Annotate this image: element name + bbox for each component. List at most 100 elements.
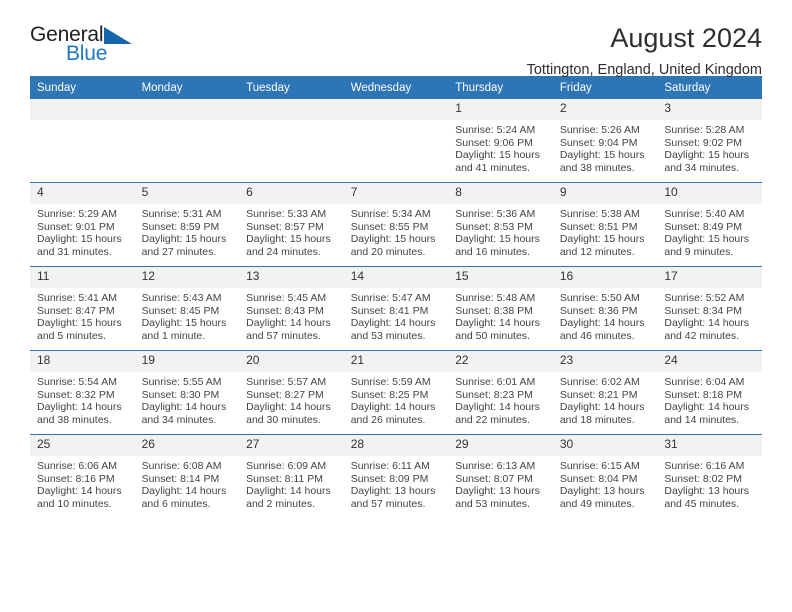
day-sun-info: Sunrise: 6:11 AM Sunset: 8:09 PM Daylight:… [344,456,449,510]
sunrise-time: Sunrise: 6:09 AM [246,460,327,472]
day-sun-info: Sunrise: 5:40 AM Sunset: 8:49 PM Daylight:… [657,204,762,258]
calendar-header-row: Sunday Monday Tuesday Wednesday Thursday… [30,76,762,99]
calendar-day-cell[interactable]: 23 Sunrise: 6:02 AM Sunset: 8:21 PM Dayligh… [552,350,658,435]
calendar-day-cell[interactable]: 9 Sunrise: 5:38 AM Sunset: 8:51 PM Daylight… [552,182,658,267]
day-sun-info: Sunrise: 5:45 AM Sunset: 8:43 PM Daylight:… [239,288,344,342]
daylight-duration-line2: and 12 minutes. [559,245,635,258]
daylight-duration-line2: and 26 minutes. [350,413,426,426]
calendar-day-cell[interactable]: 16 Sunrise: 5:50 AM Sunset: 8:36 PM Dayligh… [552,266,658,351]
daylight-duration-line2: and 1 minute. [141,329,206,342]
day-box: 21 Sunrise: 5:59 AM Sunset: 8:25 PM Dayligh… [343,351,449,434]
day-number: 23 [552,351,658,372]
day-box: 14 Sunrise: 5:47 AM Sunset: 8:41 PM Dayligh… [343,267,449,350]
sunset-time: Sunset: 8:11 PM [246,472,323,485]
sunrise-time: Sunrise: 5:54 AM [37,376,117,388]
calendar-day-cell[interactable]: 10 Sunrise: 5:40 AM Sunset: 8:49 PM Dayligh… [657,182,762,267]
day-box: 18 Sunrise: 5:54 AM Sunset: 8:32 PM Dayligh… [30,351,135,434]
calendar-day-cell[interactable]: 11 Sunrise: 5:41 AM Sunset: 8:47 PM Dayligh… [30,266,135,351]
day-box: 24 Sunrise: 6:04 AM Sunset: 8:18 PM Dayligh… [657,351,762,434]
calendar-day-cell[interactable]: 13 Sunrise: 5:45 AM Sunset: 8:43 PM Dayligh… [239,266,344,351]
calendar-day-cell[interactable]: 25 Sunrise: 6:06 AM Sunset: 8:16 PM Dayligh… [30,434,135,518]
calendar-week-row: 1 Sunrise: 5:24 AM Sunset: 9:06 PM Daylight… [30,99,762,183]
day-sun-info: Sunrise: 5:55 AM Sunset: 8:30 PM Daylight:… [135,372,240,426]
calendar-day-cell[interactable]: 19 Sunrise: 5:55 AM Sunset: 8:30 PM Dayligh… [134,350,240,435]
calendar-day-cell[interactable]: 6 Sunrise: 5:33 AM Sunset: 8:57 PM Daylight… [239,182,344,267]
daylight-duration-line2: and 30 minutes. [246,413,321,426]
sunrise-time: Sunrise: 5:26 AM [559,124,640,136]
calendar-day-cell[interactable]: 31 Sunrise: 6:16 AM Sunset: 8:02 PM Dayligh… [657,434,762,518]
sunset-time: Sunset: 8:09 PM [350,472,429,485]
daylight-duration-line1: Daylight: 15 hours [455,149,540,162]
calendar-day-cell[interactable]: 20 Sunrise: 5:57 AM Sunset: 8:27 PM Dayligh… [239,350,344,435]
calendar-day-cell[interactable]: 29 Sunrise: 6:13 AM Sunset: 8:07 PM Dayligh… [448,434,553,518]
day-sun-info: Sunrise: 6:08 AM Sunset: 8:14 PM Daylight:… [135,456,240,510]
calendar-week-row: 25 Sunrise: 6:06 AM Sunset: 8:16 PM Dayligh… [30,434,762,518]
day-number: 29 [448,435,553,456]
calendar-week-row: 18 Sunrise: 5:54 AM Sunset: 8:32 PM Dayligh… [30,350,762,435]
calendar-day-cell[interactable]: 30 Sunrise: 6:15 AM Sunset: 8:04 PM Dayligh… [552,434,658,518]
day-box: 16 Sunrise: 5:50 AM Sunset: 8:36 PM Dayligh… [552,267,658,350]
sunrise-time: Sunrise: 5:41 AM [37,292,117,304]
day-box: 8 Sunrise: 5:36 AM Sunset: 8:53 PM Daylight… [448,183,553,266]
daylight-duration-line1: Daylight: 14 hours [350,317,436,330]
sunrise-time: Sunrise: 5:55 AM [141,376,222,388]
sunrise-time: Sunrise: 5:52 AM [664,292,745,304]
day-sun-info: Sunrise: 6:06 AM Sunset: 8:16 PM Daylight:… [30,456,135,510]
day-sun-info: Sunrise: 6:15 AM Sunset: 8:04 PM Daylight:… [553,456,658,510]
sunset-time: Sunset: 9:02 PM [664,136,743,149]
calendar-day-cell[interactable]: 14 Sunrise: 5:47 AM Sunset: 8:41 PM Dayligh… [343,266,449,351]
daylight-duration-line2: and 22 minutes. [455,413,530,426]
calendar-day-cell[interactable]: 26 Sunrise: 6:08 AM Sunset: 8:14 PM Dayligh… [134,434,240,518]
day-number: 12 [134,267,240,288]
daylight-duration-line1: Daylight: 13 hours [664,485,750,498]
calendar-day-cell[interactable]: 7 Sunrise: 5:34 AM Sunset: 8:55 PM Daylight… [343,182,449,267]
sunset-time: Sunset: 8:25 PM [350,388,429,401]
daylight-duration-line1: Daylight: 14 hours [455,317,540,330]
sunset-time: Sunset: 8:23 PM [455,388,533,401]
day-sun-info: Sunrise: 5:28 AM Sunset: 9:02 PM Daylight:… [657,120,762,174]
day-number: 1 [448,99,553,120]
sunset-time: Sunset: 8:41 PM [350,304,429,317]
sunset-time: Sunset: 8:04 PM [559,472,638,485]
sunset-time: Sunset: 8:36 PM [559,304,638,317]
calendar-day-cell[interactable]: 1 Sunrise: 5:24 AM Sunset: 9:06 PM Daylight… [448,99,553,183]
day-number [30,99,135,120]
day-box: 26 Sunrise: 6:08 AM Sunset: 8:14 PM Dayligh… [134,435,240,518]
daylight-duration-line2: and 49 minutes. [559,497,635,510]
calendar-day-cell[interactable]: 12 Sunrise: 5:43 AM Sunset: 8:45 PM Dayligh… [134,266,240,351]
day-box: 2 Sunrise: 5:26 AM Sunset: 9:04 PM Daylight… [552,99,658,182]
daylight-duration-line1: Daylight: 13 hours [559,485,645,498]
calendar-week-row: 11 Sunrise: 5:41 AM Sunset: 8:47 PM Dayligh… [30,266,762,351]
sunset-time: Sunset: 8:14 PM [141,472,220,485]
day-number: 9 [552,183,658,204]
sunset-time: Sunset: 8:51 PM [559,220,638,233]
calendar-day-cell[interactable]: 17 Sunrise: 5:52 AM Sunset: 8:34 PM Dayligh… [657,266,762,351]
day-sun-info: Sunrise: 6:16 AM Sunset: 8:02 PM Daylight:… [657,456,762,510]
calendar-day-cell[interactable]: 5 Sunrise: 5:31 AM Sunset: 8:59 PM Daylight… [134,182,240,267]
sunrise-time: Sunrise: 6:13 AM [455,460,536,472]
daylight-duration-line2: and 24 minutes. [246,245,321,258]
daylight-duration-line2: and 57 minutes. [246,329,321,342]
calendar-day-cell[interactable]: 27 Sunrise: 6:09 AM Sunset: 8:11 PM Dayligh… [239,434,344,518]
daylight-duration-line2: and 53 minutes. [350,329,426,342]
weekday-header-tuesday: Tuesday [239,76,344,99]
calendar-day-cell[interactable]: 24 Sunrise: 6:04 AM Sunset: 8:18 PM Dayligh… [657,350,762,435]
calendar-day-cell[interactable]: 4 Sunrise: 5:29 AM Sunset: 9:01 PM Daylight… [30,182,135,267]
calendar-day-cell[interactable]: 18 Sunrise: 5:54 AM Sunset: 8:32 PM Dayligh… [30,350,135,435]
calendar-day-cell[interactable]: 8 Sunrise: 5:36 AM Sunset: 8:53 PM Daylight… [448,182,553,267]
calendar-page: General Blue August 2024 Tottington, Eng… [0,0,792,612]
day-box: 13 Sunrise: 5:45 AM Sunset: 8:43 PM Dayligh… [239,267,344,350]
sunset-time: Sunset: 8:55 PM [350,220,429,233]
sunrise-time: Sunrise: 5:36 AM [455,208,536,220]
calendar-day-cell[interactable]: 21 Sunrise: 5:59 AM Sunset: 8:25 PM Dayligh… [343,350,449,435]
calendar-day-cell[interactable]: 22 Sunrise: 6:01 AM Sunset: 8:23 PM Dayligh… [448,350,553,435]
sunset-time: Sunset: 8:57 PM [246,220,324,233]
general-blue-logo[interactable]: General Blue [30,24,150,64]
calendar-day-cell[interactable]: 3 Sunrise: 5:28 AM Sunset: 9:02 PM Daylight… [657,99,762,183]
calendar-day-cell[interactable]: 15 Sunrise: 5:48 AM Sunset: 8:38 PM Dayligh… [448,266,553,351]
sunset-time: Sunset: 8:21 PM [559,388,638,401]
calendar-day-cell[interactable]: 28 Sunrise: 6:11 AM Sunset: 8:09 PM Dayligh… [343,434,449,518]
calendar-day-cell[interactable]: 2 Sunrise: 5:26 AM Sunset: 9:04 PM Daylight… [552,99,658,183]
day-number: 27 [239,435,344,456]
sunrise-time: Sunrise: 6:01 AM [455,376,536,388]
